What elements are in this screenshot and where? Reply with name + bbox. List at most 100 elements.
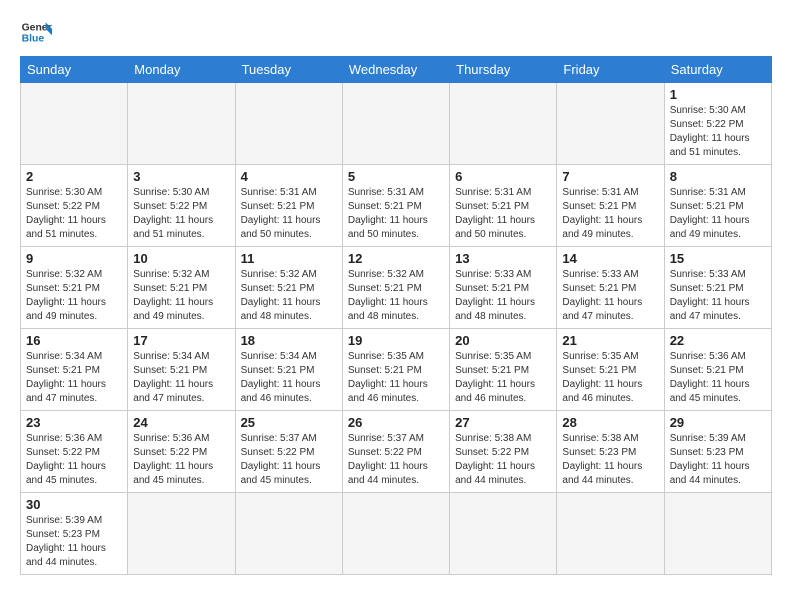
- day-info: Sunrise: 5:30 AMSunset: 5:22 PMDaylight:…: [133, 186, 229, 242]
- day-number: 2: [26, 169, 122, 184]
- day-number: 20: [455, 333, 551, 348]
- day-info: Sunrise: 5:32 AMSunset: 5:21 PMDaylight:…: [241, 268, 337, 324]
- calendar-cell: 16 Sunrise: 5:34 AMSunset: 5:21 PMDayligh…: [21, 329, 128, 411]
- day-info: Sunrise: 5:31 AMSunset: 5:21 PMDaylight:…: [562, 186, 658, 242]
- day-number: 23: [26, 415, 122, 430]
- day-number: 11: [241, 251, 337, 266]
- day-of-week-header: Thursday: [450, 57, 557, 83]
- calendar-cell: 26 Sunrise: 5:37 AMSunset: 5:22 PMDayligh…: [342, 411, 449, 493]
- day-number: 29: [670, 415, 766, 430]
- day-info: Sunrise: 5:31 AMSunset: 5:21 PMDaylight:…: [455, 186, 551, 242]
- day-number: 21: [562, 333, 658, 348]
- day-info: Sunrise: 5:39 AMSunset: 5:23 PMDaylight:…: [26, 514, 122, 570]
- calendar-cell: 6 Sunrise: 5:31 AMSunset: 5:21 PMDaylight…: [450, 165, 557, 247]
- day-number: 7: [562, 169, 658, 184]
- logo: General Blue: [20, 16, 52, 48]
- day-info: Sunrise: 5:31 AMSunset: 5:21 PMDaylight:…: [670, 186, 766, 242]
- day-of-week-header: Friday: [557, 57, 664, 83]
- calendar-cell: 1 Sunrise: 5:30 AMSunset: 5:22 PMDaylight…: [664, 83, 771, 165]
- day-info: Sunrise: 5:38 AMSunset: 5:22 PMDaylight:…: [455, 432, 551, 488]
- calendar-cell: [664, 493, 771, 575]
- calendar-cell: 9 Sunrise: 5:32 AMSunset: 5:21 PMDaylight…: [21, 247, 128, 329]
- day-info: Sunrise: 5:35 AMSunset: 5:21 PMDaylight:…: [348, 350, 444, 406]
- calendar-cell: 11 Sunrise: 5:32 AMSunset: 5:21 PMDayligh…: [235, 247, 342, 329]
- day-number: 3: [133, 169, 229, 184]
- calendar-cell: 19 Sunrise: 5:35 AMSunset: 5:21 PMDayligh…: [342, 329, 449, 411]
- day-info: Sunrise: 5:35 AMSunset: 5:21 PMDaylight:…: [562, 350, 658, 406]
- calendar-cell: [342, 493, 449, 575]
- day-of-week-header: Monday: [128, 57, 235, 83]
- calendar-table: SundayMondayTuesdayWednesdayThursdayFrid…: [20, 56, 772, 575]
- day-info: Sunrise: 5:37 AMSunset: 5:22 PMDaylight:…: [241, 432, 337, 488]
- calendar-cell: [128, 493, 235, 575]
- day-info: Sunrise: 5:39 AMSunset: 5:23 PMDaylight:…: [670, 432, 766, 488]
- calendar-cell: 23 Sunrise: 5:36 AMSunset: 5:22 PMDayligh…: [21, 411, 128, 493]
- calendar-cell: 13 Sunrise: 5:33 AMSunset: 5:21 PMDayligh…: [450, 247, 557, 329]
- day-of-week-header: Wednesday: [342, 57, 449, 83]
- calendar-cell: 8 Sunrise: 5:31 AMSunset: 5:21 PMDaylight…: [664, 165, 771, 247]
- calendar-cell: 15Sunrise: 5:33 AMSunset: 5:21 PMDayligh…: [664, 247, 771, 329]
- calendar-cell: 18 Sunrise: 5:34 AMSunset: 5:21 PMDayligh…: [235, 329, 342, 411]
- calendar-cell: 7 Sunrise: 5:31 AMSunset: 5:21 PMDaylight…: [557, 165, 664, 247]
- day-number: 17: [133, 333, 229, 348]
- day-number: 28: [562, 415, 658, 430]
- day-number: 24: [133, 415, 229, 430]
- calendar-cell: 2Sunrise: 5:30 AMSunset: 5:22 PMDaylight…: [21, 165, 128, 247]
- day-info: Sunrise: 5:35 AMSunset: 5:21 PMDaylight:…: [455, 350, 551, 406]
- day-info: Sunrise: 5:34 AMSunset: 5:21 PMDaylight:…: [241, 350, 337, 406]
- calendar-cell: [557, 83, 664, 165]
- day-info: Sunrise: 5:33 AMSunset: 5:21 PMDaylight:…: [455, 268, 551, 324]
- day-info: Sunrise: 5:34 AMSunset: 5:21 PMDaylight:…: [133, 350, 229, 406]
- calendar-cell: [450, 83, 557, 165]
- calendar-cell: 29 Sunrise: 5:39 AMSunset: 5:23 PMDayligh…: [664, 411, 771, 493]
- day-info: Sunrise: 5:36 AMSunset: 5:22 PMDaylight:…: [133, 432, 229, 488]
- day-number: 19: [348, 333, 444, 348]
- day-number: 18: [241, 333, 337, 348]
- day-info: Sunrise: 5:37 AMSunset: 5:22 PMDaylight:…: [348, 432, 444, 488]
- calendar-cell: 21 Sunrise: 5:35 AMSunset: 5:21 PMDayligh…: [557, 329, 664, 411]
- calendar-cell: 27Sunrise: 5:38 AMSunset: 5:22 PMDayligh…: [450, 411, 557, 493]
- day-number: 8: [670, 169, 766, 184]
- day-number: 13: [455, 251, 551, 266]
- calendar-cell: 14 Sunrise: 5:33 AMSunset: 5:21 PMDayligh…: [557, 247, 664, 329]
- calendar-cell: [450, 493, 557, 575]
- calendar-cell: 28 Sunrise: 5:38 AMSunset: 5:23 PMDayligh…: [557, 411, 664, 493]
- calendar-cell: [235, 83, 342, 165]
- day-number: 12: [348, 251, 444, 266]
- svg-text:Blue: Blue: [22, 34, 45, 45]
- day-info: Sunrise: 5:33 AMSunset: 5:21 PMDaylight:…: [562, 268, 658, 324]
- calendar-cell: 30Sunrise: 5:39 AMSunset: 5:23 PMDayligh…: [21, 493, 128, 575]
- day-info: Sunrise: 5:32 AMSunset: 5:21 PMDaylight:…: [133, 268, 229, 324]
- day-number: 5: [348, 169, 444, 184]
- day-of-week-header: Tuesday: [235, 57, 342, 83]
- day-number: 16: [26, 333, 122, 348]
- day-info: Sunrise: 5:36 AMSunset: 5:22 PMDaylight:…: [26, 432, 122, 488]
- day-of-week-header: Saturday: [664, 57, 771, 83]
- day-info: Sunrise: 5:33 AMSunset: 5:21 PMDaylight:…: [670, 268, 766, 324]
- day-number: 4: [241, 169, 337, 184]
- calendar-cell: 22 Sunrise: 5:36 AMSunset: 5:21 PMDayligh…: [664, 329, 771, 411]
- day-info: Sunrise: 5:32 AMSunset: 5:21 PMDaylight:…: [26, 268, 122, 324]
- day-number: 22: [670, 333, 766, 348]
- calendar-cell: [557, 493, 664, 575]
- day-info: Sunrise: 5:32 AMSunset: 5:21 PMDaylight:…: [348, 268, 444, 324]
- day-number: 26: [348, 415, 444, 430]
- day-number: 6: [455, 169, 551, 184]
- day-number: 10: [133, 251, 229, 266]
- calendar-cell: [21, 83, 128, 165]
- calendar-cell: 25Sunrise: 5:37 AMSunset: 5:22 PMDayligh…: [235, 411, 342, 493]
- day-info: Sunrise: 5:36 AMSunset: 5:21 PMDaylight:…: [670, 350, 766, 406]
- calendar-cell: [342, 83, 449, 165]
- day-number: 1: [670, 87, 766, 102]
- day-info: Sunrise: 5:38 AMSunset: 5:23 PMDaylight:…: [562, 432, 658, 488]
- calendar-cell: 12 Sunrise: 5:32 AMSunset: 5:21 PMDayligh…: [342, 247, 449, 329]
- calendar-cell: 24 Sunrise: 5:36 AMSunset: 5:22 PMDayligh…: [128, 411, 235, 493]
- day-info: Sunrise: 5:30 AMSunset: 5:22 PMDaylight:…: [670, 104, 766, 160]
- logo-icon: General Blue: [20, 16, 52, 48]
- day-info: Sunrise: 5:34 AMSunset: 5:21 PMDaylight:…: [26, 350, 122, 406]
- calendar-cell: [235, 493, 342, 575]
- day-number: 14: [562, 251, 658, 266]
- day-number: 9: [26, 251, 122, 266]
- page-header: General Blue: [20, 16, 772, 48]
- calendar-cell: 10 Sunrise: 5:32 AMSunset: 5:21 PMDayligh…: [128, 247, 235, 329]
